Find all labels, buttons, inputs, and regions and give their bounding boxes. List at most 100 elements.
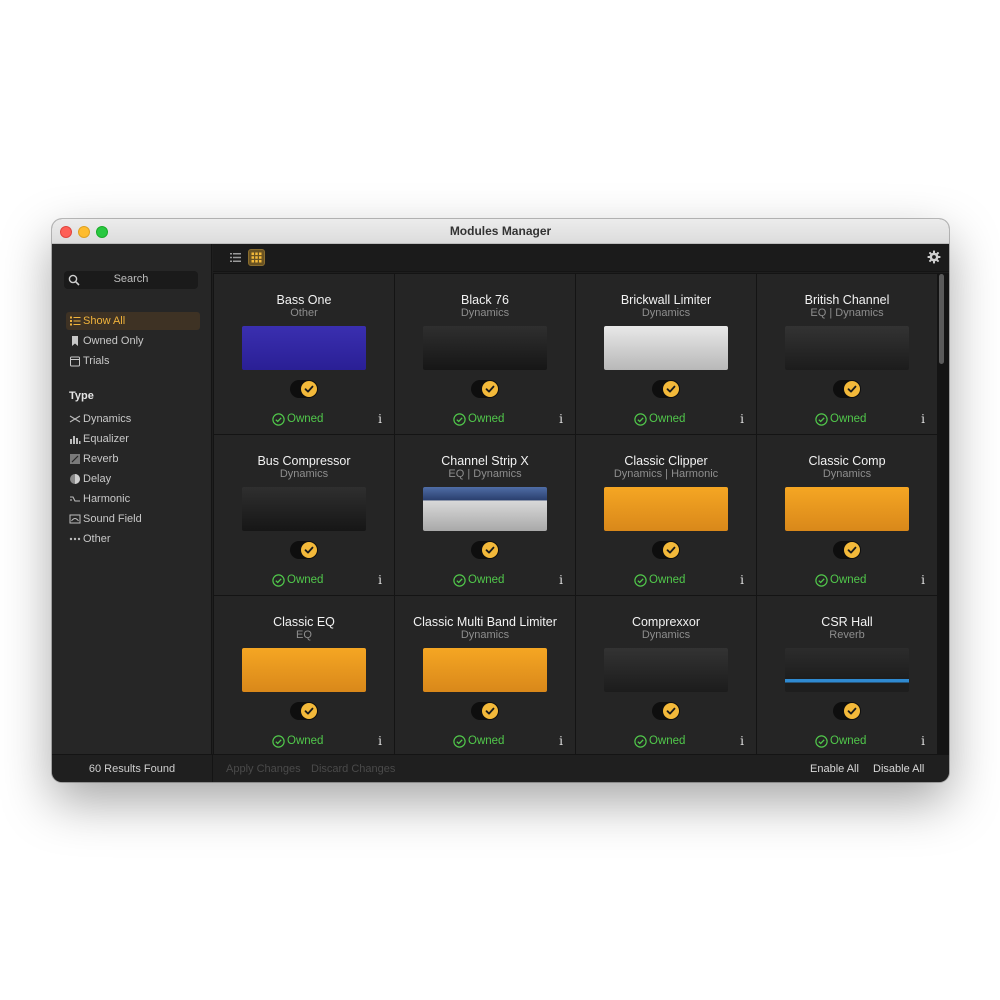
info-button[interactable]: i <box>921 412 925 426</box>
module-card[interactable]: Channel Strip X EQ | Dynamics Owned i <box>395 435 575 595</box>
filter-label: Owned Only <box>83 335 144 347</box>
list-view-button[interactable] <box>227 249 244 266</box>
check-icon <box>847 707 857 715</box>
toggle-knob <box>301 381 317 397</box>
filter-owned-only[interactable]: Owned Only <box>66 332 200 350</box>
owned-check-icon <box>272 735 285 748</box>
owned-check-icon <box>453 574 466 587</box>
reverb-icon <box>70 454 80 464</box>
type-dynamics[interactable]: Dynamics <box>66 410 200 428</box>
check-icon <box>666 385 676 393</box>
module-status: Owned <box>649 735 686 747</box>
module-card[interactable]: Bass One Other Owned i <box>214 274 394 434</box>
module-category: Dynamics <box>460 307 510 319</box>
search-input[interactable]: Search <box>64 271 198 289</box>
module-thumbnail <box>242 487 366 531</box>
module-card[interactable]: Brickwall Limiter Dynamics Owned i <box>576 274 756 434</box>
type-reverb[interactable]: Reverb <box>66 450 200 468</box>
info-button[interactable]: i <box>378 734 382 748</box>
module-card[interactable]: Black 76 Dynamics Owned i <box>395 274 575 434</box>
module-name: CSR Hall <box>821 615 873 629</box>
type-sound-field[interactable]: Sound Field <box>66 510 200 528</box>
filter-trials[interactable]: Trials <box>66 352 200 370</box>
toggle-knob <box>663 542 679 558</box>
list-view-icon <box>230 253 241 262</box>
module-category: Dynamics <box>641 629 691 641</box>
sound-field-icon <box>69 514 81 524</box>
owned-check-icon <box>453 413 466 426</box>
module-name: Bass One <box>276 293 332 307</box>
module-status: Owned <box>830 574 867 586</box>
harmonic-icon <box>70 496 80 502</box>
check-icon <box>485 546 495 554</box>
module-name: Classic Clipper <box>624 454 708 468</box>
module-card[interactable]: CSR Hall Reverb Owned i <box>757 596 937 756</box>
owned-check-icon <box>634 413 647 426</box>
module-card[interactable]: Classic Clipper Dynamics | Harmonic Owne… <box>576 435 756 595</box>
module-card[interactable]: Comprexxor Dynamics Owned i <box>576 596 756 756</box>
module-status: Owned <box>649 413 686 425</box>
type-delay[interactable]: Delay <box>66 470 200 488</box>
module-name: Bus Compressor <box>257 454 351 468</box>
apply-changes-button[interactable]: Apply Changes <box>226 763 301 775</box>
type-label: Sound Field <box>83 513 142 525</box>
check-icon <box>485 707 495 715</box>
info-button[interactable]: i <box>921 734 925 748</box>
module-enable-toggle[interactable] <box>652 541 680 559</box>
check-icon <box>304 707 314 715</box>
type-label: Equalizer <box>83 433 129 445</box>
check-icon <box>666 707 676 715</box>
type-other[interactable]: Other <box>66 530 200 548</box>
module-enable-toggle[interactable] <box>471 541 499 559</box>
enable-all-button[interactable]: Enable All <box>810 763 859 775</box>
discard-changes-button[interactable]: Discard Changes <box>311 763 395 775</box>
info-button[interactable]: i <box>559 573 563 587</box>
title-bar: Modules Manager <box>52 219 949 244</box>
module-status: Owned <box>468 735 505 747</box>
info-button[interactable]: i <box>378 573 382 587</box>
module-thumbnail <box>423 487 547 531</box>
grid-view-button[interactable] <box>248 249 265 266</box>
module-card[interactable]: British Channel EQ | Dynamics Owned i <box>757 274 937 434</box>
module-enable-toggle[interactable] <box>471 702 499 720</box>
calendar-icon <box>70 356 80 367</box>
module-category: Dynamics <box>460 629 510 641</box>
module-enable-toggle[interactable] <box>652 380 680 398</box>
module-enable-toggle[interactable] <box>652 702 680 720</box>
info-button[interactable]: i <box>921 573 925 587</box>
module-category: Reverb <box>829 629 865 641</box>
toggle-knob <box>301 703 317 719</box>
results-count: 60 Results Found <box>88 763 176 775</box>
more-icon <box>69 537 81 541</box>
info-button[interactable]: i <box>740 734 744 748</box>
info-button[interactable]: i <box>740 573 744 587</box>
filter-show-all[interactable]: Show All <box>66 312 200 330</box>
module-thumbnail <box>604 487 728 531</box>
disable-all-button[interactable]: Disable All <box>873 763 924 775</box>
info-button[interactable]: i <box>378 412 382 426</box>
owned-check-icon <box>815 574 828 587</box>
module-enable-toggle[interactable] <box>833 702 861 720</box>
gear-icon[interactable] <box>927 250 941 264</box>
module-card[interactable]: Classic EQ EQ Owned i <box>214 596 394 756</box>
module-card[interactable]: Classic Multi Band Limiter Dynamics Owne… <box>395 596 575 756</box>
module-enable-toggle[interactable] <box>833 541 861 559</box>
info-button[interactable]: i <box>559 734 563 748</box>
module-card[interactable]: Classic Comp Dynamics Owned i <box>757 435 937 595</box>
type-harmonic[interactable]: Harmonic <box>66 490 200 508</box>
module-enable-toggle[interactable] <box>290 380 318 398</box>
module-enable-toggle[interactable] <box>290 702 318 720</box>
module-enable-toggle[interactable] <box>290 541 318 559</box>
info-button[interactable]: i <box>740 412 744 426</box>
type-equalizer[interactable]: Equalizer <box>66 430 200 448</box>
module-card[interactable]: Bus Compressor Dynamics Owned i <box>214 435 394 595</box>
module-enable-toggle[interactable] <box>833 380 861 398</box>
info-button[interactable]: i <box>559 412 563 426</box>
modules-manager-window: Modules Manager Search Show All Owned On… <box>52 219 949 782</box>
module-enable-toggle[interactable] <box>471 380 499 398</box>
module-name: Comprexxor <box>631 615 701 629</box>
grid-scrollbar[interactable] <box>939 274 944 364</box>
owned-check-icon <box>815 413 828 426</box>
module-name: Classic Multi Band Limiter <box>413 615 557 629</box>
module-name: British Channel <box>804 293 890 307</box>
